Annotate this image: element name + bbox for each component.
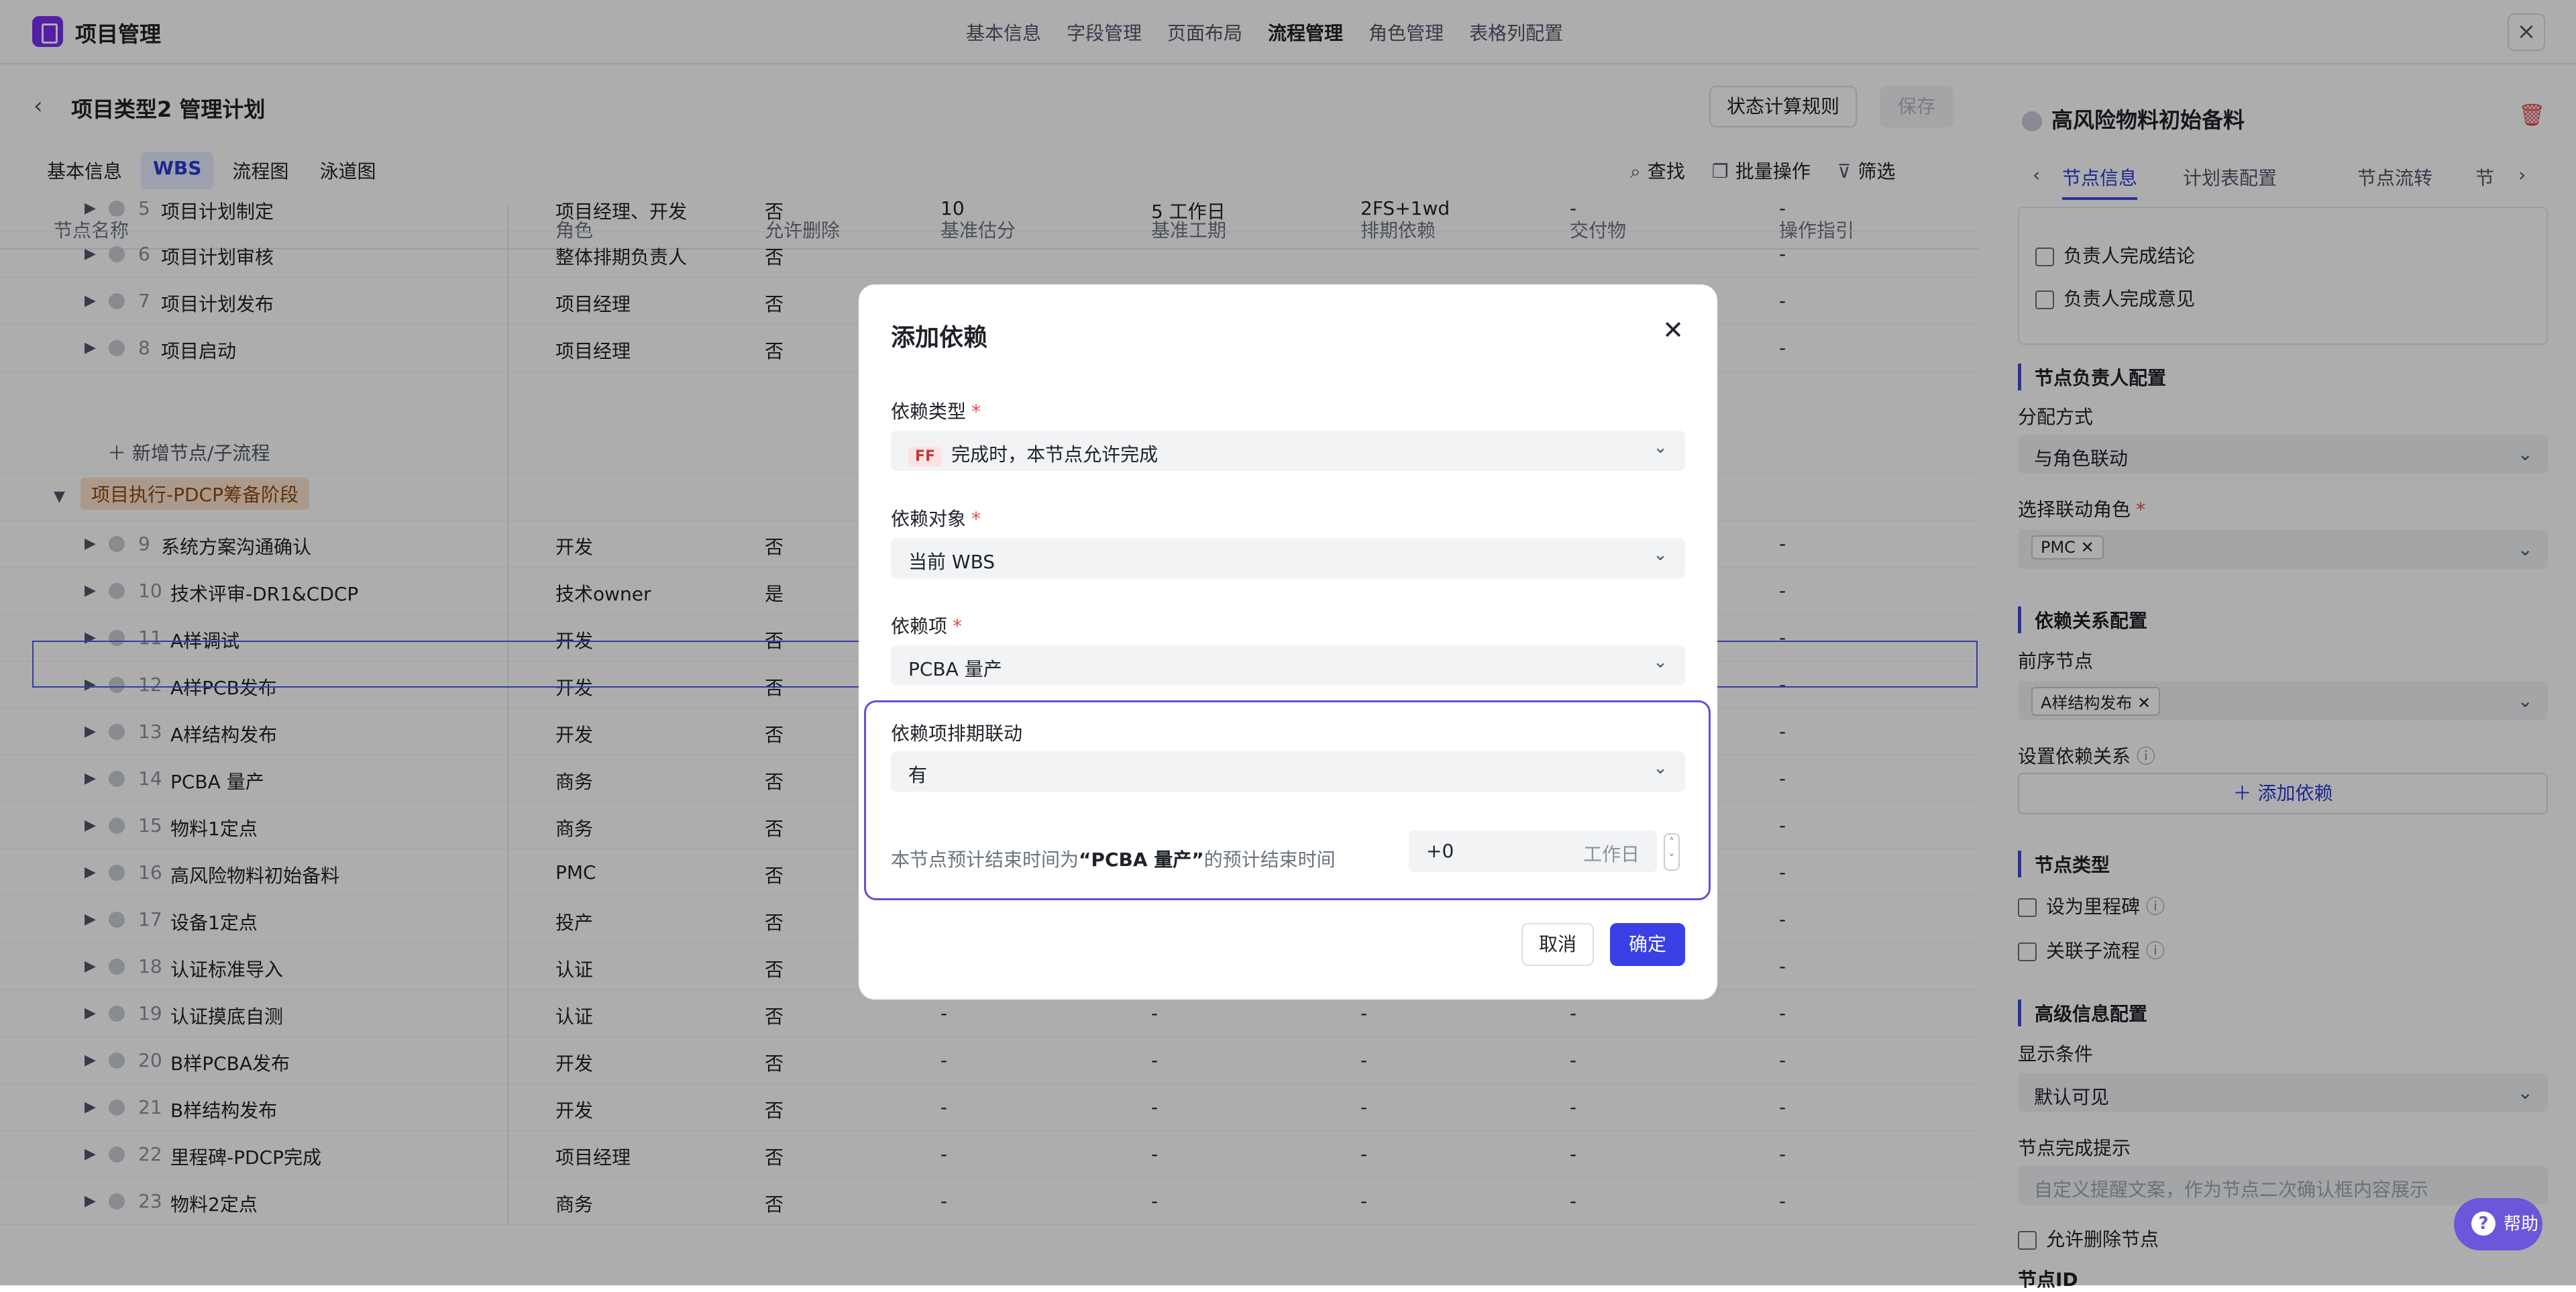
chevron-down-icon: ⌄ [1653,758,1668,778]
add-dependency-modal: 添加依赖 ✕ 依赖类型 * FF 完成时，本节点允许完成 ⌄ 依赖对象 * 当前 WB… [859,284,1717,1000]
target-select[interactable]: 当前 WBS ⌄ [891,538,1685,578]
ff-badge: FF [908,447,943,466]
panel-overlay [1988,64,2576,1285]
modal-title: 添加依赖 [891,324,988,352]
offset-input[interactable]: +0 工作日 [1409,830,1657,872]
type-select[interactable]: FF 完成时，本节点允许完成 ⌄ [891,431,1685,471]
item-select[interactable]: PCBA 量产 ⌄ [891,645,1685,686]
chevron-down-icon: ⌄ [1653,437,1668,457]
chevron-down-icon: ⌄ [1653,652,1668,672]
close-icon[interactable]: ✕ [1662,315,1684,345]
offset-stepper[interactable]: ˄ ˅ [1664,833,1680,871]
confirm-button[interactable]: 确定 [1610,923,1685,966]
link-note: 本节点预计结束时间为“PCBA 量产”的预计结束时间 [891,849,1336,871]
item-label: 依赖项 * [891,615,963,637]
help-button[interactable]: 帮助 [2454,1198,2542,1250]
chevron-down-icon: ⌄ [1653,545,1668,565]
cancel-button[interactable]: 取消 [1521,923,1594,966]
link-select[interactable]: 有 ⌄ [891,751,1685,792]
target-label: 依赖对象 * [891,508,981,530]
type-label: 依赖类型 * [891,400,981,423]
link-label: 依赖项排期联动 [891,722,1023,745]
